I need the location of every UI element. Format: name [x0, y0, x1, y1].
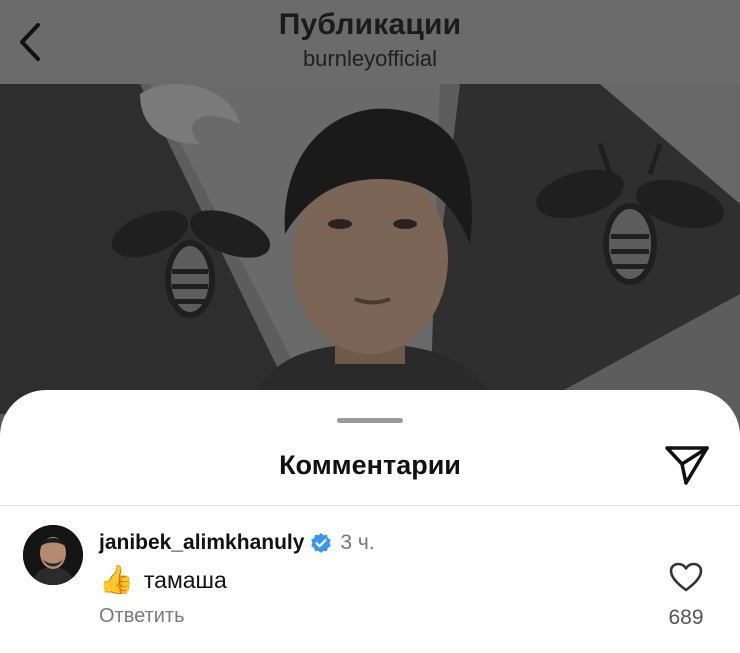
- comment-username[interactable]: janibek_alimkhanuly: [99, 531, 304, 555]
- comment-text: тамаша: [143, 566, 227, 593]
- thumbs-up-icon: 👍: [99, 564, 134, 595]
- comment-header: janibek_alimkhanuly 3 ч.: [99, 529, 375, 557]
- paper-plane-icon: [665, 446, 709, 485]
- verified-badge-icon: [311, 533, 332, 553]
- like-count: 689: [668, 606, 704, 629]
- post-image: [0, 84, 740, 414]
- page-title: Публикации: [278, 8, 462, 41]
- post-photo: [0, 84, 740, 414]
- share-button[interactable]: [662, 442, 712, 488]
- account-name: burnleyofficial: [302, 46, 438, 71]
- reply-button[interactable]: Ответить: [99, 605, 185, 628]
- heart-outline-icon: [669, 562, 703, 592]
- comment-body: 👍 тамаша: [99, 562, 227, 598]
- top-bar: Публикации burnleyofficial: [0, 0, 740, 84]
- comments-sheet: Комментарии janibek_alimkhanuly 3 ч. 👍 т…: [0, 390, 740, 653]
- comments-title: Комментарии: [279, 450, 461, 480]
- avatar-image: [23, 525, 83, 585]
- comment-time: 3 ч.: [340, 531, 375, 554]
- avatar[interactable]: [23, 525, 83, 585]
- like-button[interactable]: [668, 560, 704, 594]
- sheet-grabber[interactable]: [337, 418, 403, 423]
- sheet-divider: [0, 505, 740, 506]
